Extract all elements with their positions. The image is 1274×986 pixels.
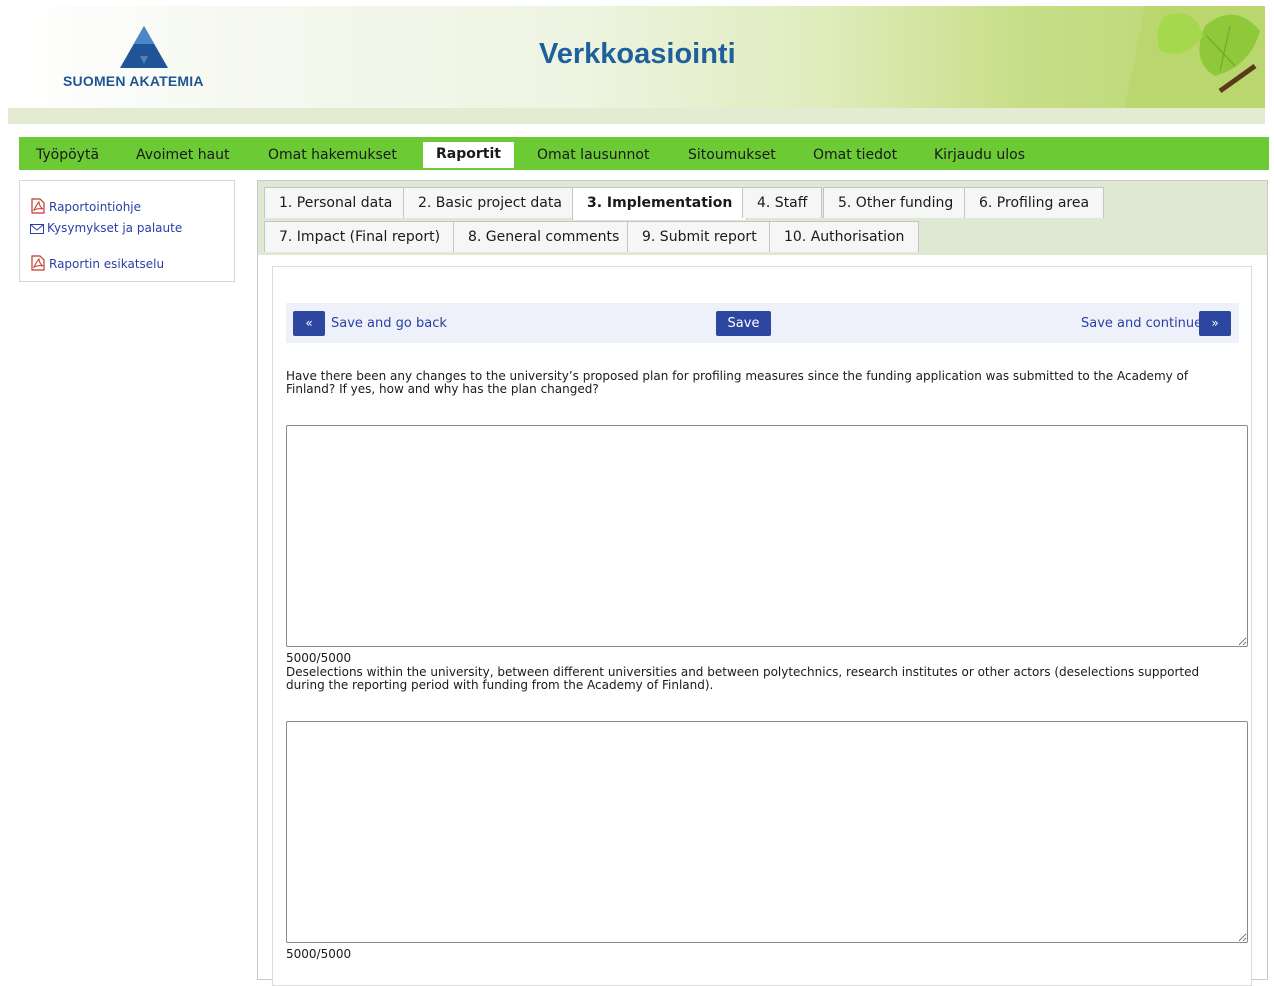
nav-item-omat-hakemukset[interactable]: Omat hakemukset [268, 147, 397, 163]
sidebar: Raportointiohje Kysymykset ja palaute Ra… [19, 180, 235, 282]
tab-authorisation[interactable]: 10. Authorisation [769, 221, 920, 252]
tab-other-funding[interactable]: 5. Other funding [823, 187, 969, 218]
pdf-icon [31, 198, 45, 214]
sidebar-item-raportin-esikatselu[interactable]: Raportin esikatselu [30, 255, 164, 271]
sidebar-item-label: Kysymykset ja palaute [47, 221, 183, 235]
sidebar-item-label: Raportointiohje [49, 200, 142, 214]
logo-text: SUOMEN AKATEMIA [63, 73, 204, 89]
academy-logo-icon [120, 26, 168, 68]
nav-item-tyopoyta[interactable]: Työpöytä [36, 147, 99, 163]
profiling-plan-changes-textarea[interactable] [286, 425, 1248, 647]
tab-impact-final-report[interactable]: 7. Impact (Final report) [264, 221, 456, 252]
tab-profiling-area[interactable]: 6. Profiling area [964, 187, 1105, 218]
site-title: Verkkoasiointi [539, 38, 736, 70]
pdf-icon [31, 255, 45, 271]
nav-item-raportit[interactable]: Raportit [423, 142, 514, 168]
nav-item-kirjaudu-ulos[interactable]: Kirjaudu ulos [934, 147, 1025, 163]
sidebar-item-label: Raportin esikatselu [49, 257, 165, 271]
nav-item-sitoumukset[interactable]: Sitoumukset [688, 147, 776, 163]
tab-submit-report[interactable]: 9. Submit report [627, 221, 772, 252]
sidebar-item-kysymykset-ja-palaute[interactable]: Kysymykset ja palaute [30, 221, 182, 235]
sidebar-item-raportointiohje[interactable]: Raportointiohje [30, 198, 141, 214]
deselections-textarea[interactable] [286, 721, 1248, 943]
character-counter: 5000/5000 [286, 651, 352, 665]
character-counter: 5000/5000 [286, 947, 352, 961]
envelope-icon [30, 224, 44, 234]
save-and-continue-link[interactable]: Save and continue [1081, 316, 1202, 331]
tab-staff[interactable]: 4. Staff [742, 187, 823, 218]
nav-item-avoimet-haut[interactable]: Avoimet haut [136, 147, 230, 163]
main-navigation: Työpöytä Avoimet haut Omat hakemukset Ra… [19, 137, 1269, 170]
tab-implementation[interactable]: 3. Implementation [572, 187, 748, 220]
save-button[interactable]: Save [716, 311, 771, 336]
tab-personal-data[interactable]: 1. Personal data [264, 187, 408, 218]
nav-item-omat-lausunnot[interactable]: Omat lausunnot [537, 147, 650, 163]
question-deselections: Deselections within the university, betw… [286, 665, 1200, 692]
leaf-decoration-icon [1125, 6, 1265, 108]
nav-item-omat-tiedot[interactable]: Omat tiedot [813, 147, 897, 163]
save-and-go-back-link[interactable]: Save and go back [331, 316, 447, 331]
save-and-go-back-icon-button[interactable]: « [293, 311, 325, 336]
tab-basic-project-data[interactable]: 2. Basic project data [403, 187, 577, 218]
save-and-continue-icon-button[interactable]: » [1199, 311, 1231, 336]
tab-general-comments[interactable]: 8. General comments [453, 221, 635, 252]
question-profiling-plan-changes: Have there been any changes to the unive… [286, 369, 1189, 396]
